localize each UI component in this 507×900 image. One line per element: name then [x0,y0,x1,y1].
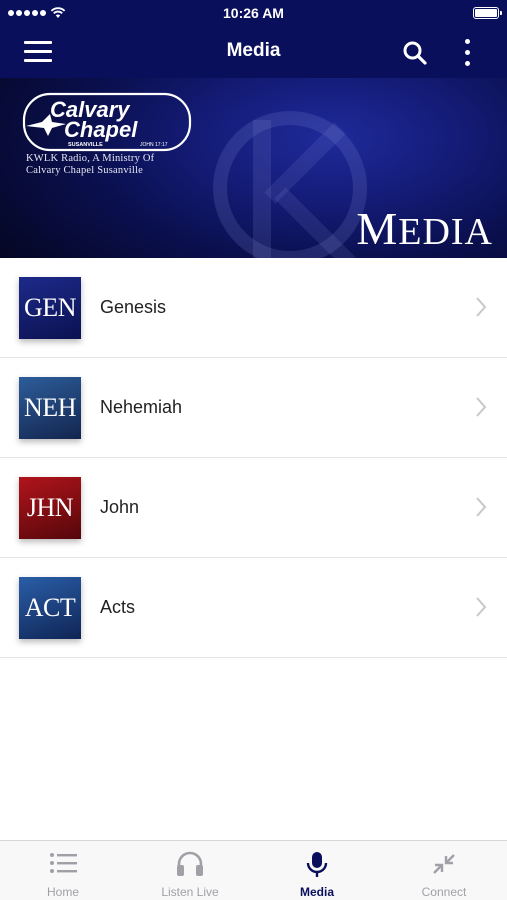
tab-bar: Home Listen Live Media Connect [0,840,507,900]
battery-icon [473,7,502,19]
series-thumbnail: JHN [19,477,81,539]
tab-label: Home [46,885,79,899]
chevron-right-icon [476,297,487,317]
headphones-icon [177,851,203,876]
tab-label: Media [299,885,334,899]
banner-subtitle: KWLK Radio, A Ministry Of Calvary Chapel… [26,153,154,177]
thumbnail-abbr: NEH [24,393,76,422]
banner-title-rest: EDIA [398,211,493,253]
chevron-right-icon [476,497,487,517]
list-item-label: John [100,497,140,517]
logo-small-left: SUSANVILLE [68,142,103,148]
collapse-arrows-icon [433,854,455,874]
list-item-acts[interactable]: ACT Acts [0,558,507,658]
microphone-icon [306,852,328,877]
chevron-right-icon [476,597,487,617]
list-item-label: Nehemiah [100,397,183,417]
series-thumbnail: GEN [19,277,81,339]
tab-connect[interactable]: Connect [381,841,507,900]
more-options-button[interactable] [460,39,476,67]
tab-label: Connect [421,885,467,899]
media-banner: Calvary Chapel SUSANVILLE JOHN 17:17 KWL… [0,78,507,258]
series-thumbnail: ACT [19,577,81,639]
thumbnail-abbr: JHN [26,493,74,522]
nav-bar: Media [0,26,507,78]
media-list: GEN Genesis NEH Nehemiah JHN John ACT Ac… [0,258,507,658]
calvary-chapel-logo: Calvary Chapel SUSANVILLE JOHN 17:17 [22,92,192,152]
list-item-genesis[interactable]: GEN Genesis [0,258,507,358]
page-title: Media [226,40,281,61]
list-item-label: Genesis [100,297,167,317]
list-icon [50,853,77,873]
banner-subtitle-line2: Calvary Chapel Susanville [26,165,143,176]
thumbnail-abbr: ACT [24,593,76,622]
thumbnail-abbr: GEN [24,293,76,322]
tab-listen-live[interactable]: Listen Live [127,841,253,900]
banner-title-initial: M [356,203,399,254]
tab-home[interactable]: Home [0,841,126,900]
chevron-right-icon [476,397,487,417]
search-button[interactable] [402,40,428,66]
banner-title: MEDIA [356,202,493,255]
banner-subtitle-line1: KWLK Radio, A Ministry Of [26,153,155,164]
logo-line2: Chapel [64,117,138,142]
tab-label: Listen Live [161,885,219,899]
k-watermark-icon [213,111,367,258]
search-icon [403,41,427,65]
list-item-nehemiah[interactable]: NEH Nehemiah [0,358,507,458]
series-thumbnail: NEH [19,377,81,439]
list-item-label: Acts [100,597,136,617]
tab-media[interactable]: Media [254,841,380,900]
list-item-john[interactable]: JHN John [0,458,507,558]
status-time: 10:26 AM [223,5,284,21]
logo-small-right: JOHN 17:17 [140,142,168,148]
status-bar: 10:26 AM [0,0,507,26]
